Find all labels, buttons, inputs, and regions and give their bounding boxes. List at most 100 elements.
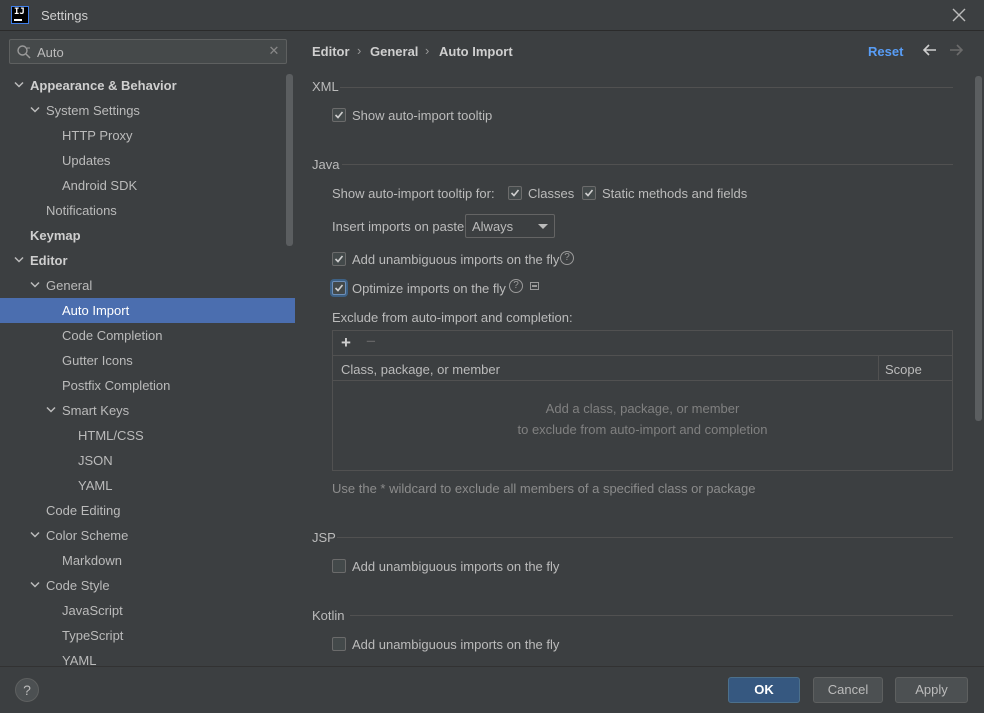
sidebar-item-general[interactable]: General (0, 273, 295, 298)
forward-arrow-icon[interactable] (948, 42, 964, 58)
breadcrumb-editor[interactable]: Editor (312, 44, 350, 59)
remove-icon[interactable]: − (366, 332, 376, 352)
add-unambiguous-jsp-checkbox[interactable] (332, 559, 346, 573)
section-title-kotlin: Kotlin (312, 608, 345, 623)
sidebar-item-label: YAML (78, 478, 113, 493)
sidebar-item-gutter-icons[interactable]: Gutter Icons (0, 348, 295, 373)
breadcrumb-auto-import: Auto Import (439, 44, 513, 59)
chevron-right-icon: › (357, 43, 362, 58)
sidebar-item-editor[interactable]: Editor (0, 248, 295, 273)
dropdown-arrow-icon (538, 224, 548, 229)
sidebar-item-code-editing[interactable]: Code Editing (0, 498, 295, 523)
sidebar-item-code-style[interactable]: Code Style (0, 573, 295, 598)
add-unambiguous-kotlin-checkbox[interactable] (332, 637, 346, 651)
sidebar-item-label: Editor (30, 253, 68, 268)
search-input[interactable] (37, 43, 267, 61)
sidebar-item-system-settings[interactable]: System Settings (0, 98, 295, 123)
show-auto-import-tooltip-checkbox[interactable] (332, 108, 346, 122)
checkmark-icon (584, 189, 594, 197)
settings-link-icon[interactable] (530, 282, 539, 290)
section-title-java: Java (312, 157, 340, 172)
search-box[interactable]: ✕ (9, 39, 287, 64)
sidebar-item-color-scheme[interactable]: Color Scheme (0, 523, 295, 548)
sidebar-item-http-proxy[interactable]: HTTP Proxy (0, 123, 295, 148)
content-scrollbar[interactable] (975, 76, 982, 421)
empty-table-text: to exclude from auto-import and completi… (517, 422, 768, 437)
sidebar-item-typescript[interactable]: TypeScript (0, 623, 295, 648)
sidebar-item-appearance-behavior[interactable]: Appearance & Behavior (0, 73, 295, 98)
chevron-down-icon[interactable] (13, 73, 25, 98)
sidebar-item-label: System Settings (46, 103, 140, 118)
table-toolbar: + − (333, 331, 952, 356)
checkmark-icon (334, 255, 344, 263)
column-header-class[interactable]: Class, package, or member (341, 362, 500, 377)
sidebar-item-label: Android SDK (62, 178, 138, 193)
chevron-down-icon[interactable] (29, 523, 41, 548)
sidebar-item-label: Markdown (62, 553, 122, 568)
sidebar-item-json[interactable]: JSON (0, 448, 295, 473)
sidebar-item-label: Keymap (30, 228, 81, 243)
sidebar-item-javascript[interactable]: JavaScript (0, 598, 295, 623)
chevron-down-icon[interactable] (29, 273, 41, 298)
sidebar-item-yaml[interactable]: YAML (0, 473, 295, 498)
chevron-down-icon[interactable] (29, 573, 41, 598)
sidebar-item-label: Auto Import (62, 303, 130, 318)
add-unambiguous-java-label: Add unambiguous imports on the fly (352, 252, 560, 267)
sidebar-item-label: Notifications (46, 203, 117, 218)
sidebar-scrollbar[interactable] (286, 74, 293, 246)
sidebar-item-keymap[interactable]: Keymap (0, 223, 295, 248)
insert-on-paste-label: Insert imports on paste: (332, 219, 468, 234)
sidebar-item-android-sdk[interactable]: Android SDK (0, 173, 295, 198)
insert-on-paste-value: Always (472, 219, 514, 234)
insert-on-paste-select[interactable]: Always (465, 214, 555, 238)
section-divider (340, 87, 953, 88)
sidebar-item-postfix-completion[interactable]: Postfix Completion (0, 373, 295, 398)
column-header-scope[interactable]: Scope (885, 362, 922, 377)
exclude-label: Exclude from auto-import and completion: (332, 310, 573, 325)
settings-content: Editor › General › Auto Import Reset XML… (295, 32, 984, 666)
chevron-down-icon[interactable] (13, 248, 25, 273)
static-methods-label: Static methods and fields (602, 186, 748, 201)
reset-link[interactable]: Reset (868, 44, 903, 59)
add-unambiguous-kotlin-label: Add unambiguous imports on the fly (352, 637, 560, 652)
classes-checkbox[interactable] (508, 186, 522, 200)
settings-sidebar: ✕ Appearance & Behavior System Settings HT… (0, 32, 295, 668)
section-divider (350, 615, 953, 616)
sidebar-item-label: Code Editing (46, 503, 121, 518)
sidebar-item-smart-keys[interactable]: Smart Keys (0, 398, 295, 423)
sidebar-item-markdown[interactable]: Markdown (0, 548, 295, 573)
back-arrow-icon[interactable] (922, 42, 938, 58)
close-window-button[interactable] (948, 4, 970, 26)
static-methods-checkbox[interactable] (582, 186, 596, 200)
chevron-down-icon[interactable] (45, 398, 57, 423)
intellij-icon: IJ (11, 6, 29, 24)
add-unambiguous-java-checkbox[interactable] (332, 252, 346, 266)
apply-button[interactable]: Apply (895, 677, 968, 703)
help-icon[interactable]: ? (560, 251, 574, 265)
sidebar-item-code-completion[interactable]: Code Completion (0, 323, 295, 348)
ok-button[interactable]: OK (728, 677, 800, 703)
exclude-table[interactable]: + − Class, package, or member Scope Add … (332, 330, 953, 471)
wildcard-hint: Use the * wildcard to exclude all member… (332, 481, 756, 496)
sidebar-item-notifications[interactable]: Notifications (0, 198, 295, 223)
optimize-imports-checkbox[interactable] (332, 281, 346, 295)
optimize-imports-label: Optimize imports on the fly (352, 281, 506, 296)
show-auto-import-tooltip-label: Show auto-import tooltip (352, 108, 493, 123)
help-button[interactable]: ? (15, 678, 39, 702)
sidebar-item-label: JavaScript (62, 603, 123, 618)
add-icon[interactable]: + (341, 333, 351, 353)
sidebar-item-auto-import[interactable]: Auto Import (0, 298, 295, 323)
sidebar-item-updates[interactable]: Updates (0, 148, 295, 173)
search-icon (17, 45, 31, 59)
chevron-right-icon: › (425, 43, 430, 58)
sidebar-item-label: JSON (78, 453, 113, 468)
breadcrumb-general[interactable]: General (370, 44, 418, 59)
window-title: Settings (41, 8, 88, 23)
sidebar-item-label: HTML/CSS (78, 428, 144, 443)
chevron-down-icon[interactable] (29, 98, 41, 123)
section-divider (342, 164, 953, 165)
help-icon[interactable]: ? (509, 279, 523, 293)
clear-search-icon[interactable]: ✕ (267, 43, 281, 59)
cancel-button[interactable]: Cancel (813, 677, 883, 703)
sidebar-item-html-css[interactable]: HTML/CSS (0, 423, 295, 448)
